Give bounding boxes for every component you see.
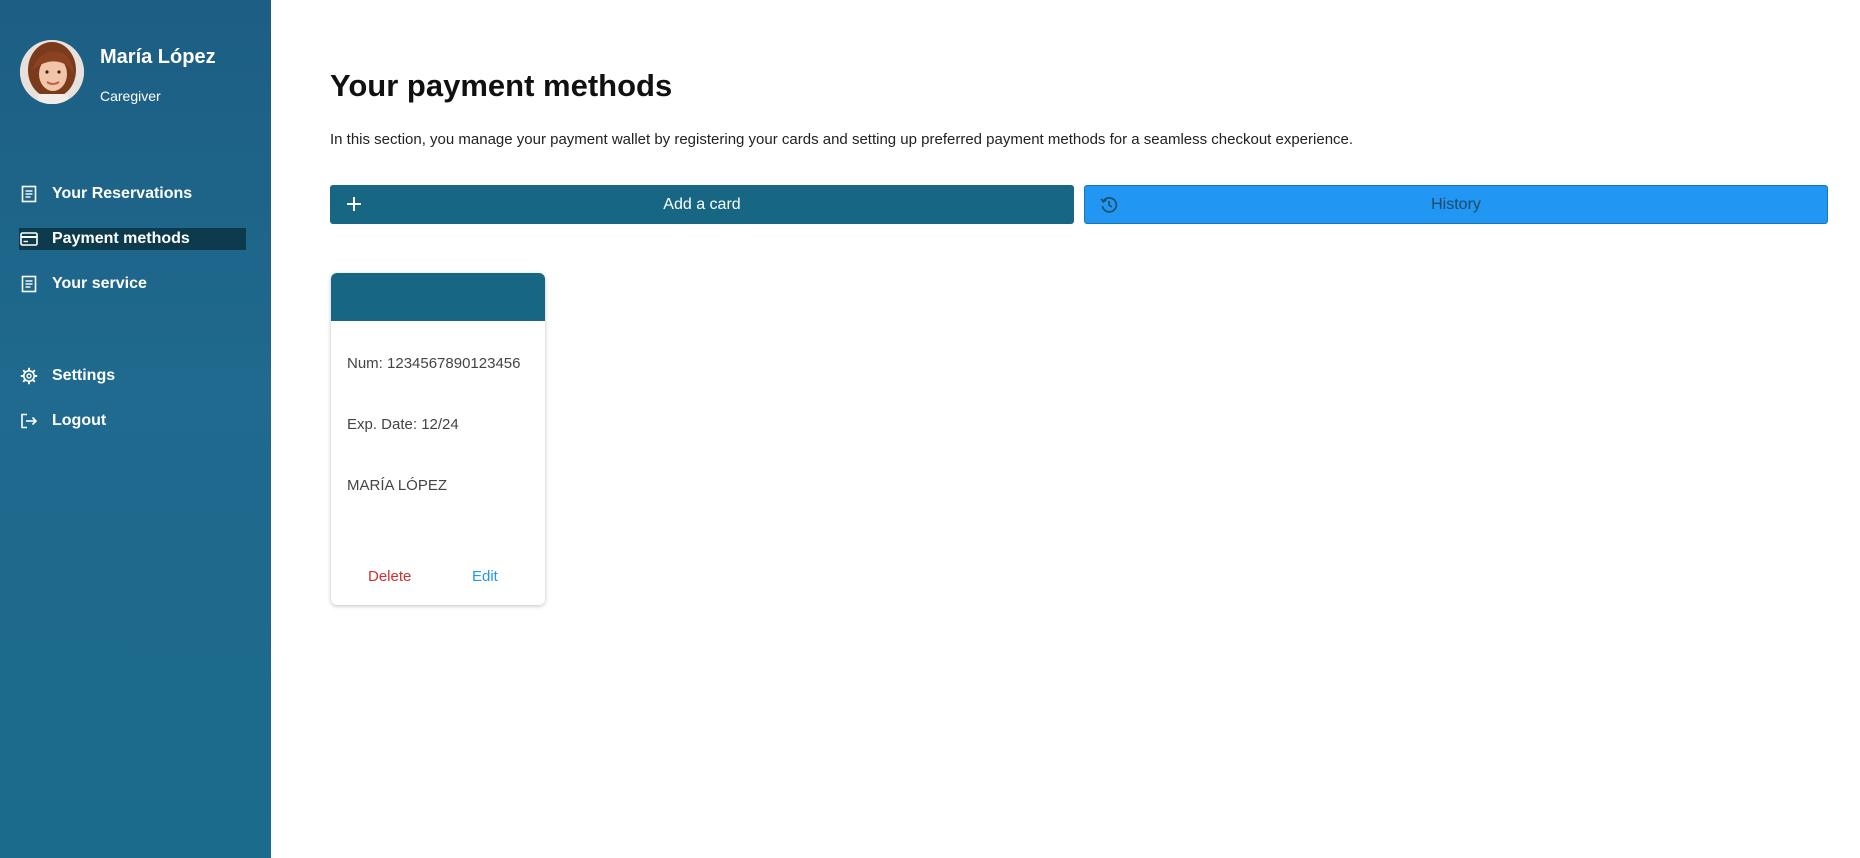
document-icon: [19, 274, 39, 294]
avatar: [20, 40, 84, 104]
card-number: Num: 1234567890123456: [347, 355, 521, 372]
document-icon: [19, 184, 39, 204]
sidebar-item-label: Your service: [52, 275, 147, 292]
user-profile: María López Caregiver: [20, 40, 216, 104]
card-holder: MARÍA LÓPEZ: [347, 477, 448, 494]
card-expiry: Exp. Date: 12/24: [347, 416, 459, 433]
sidebar-item-payment-methods[interactable]: Payment methods: [19, 228, 246, 250]
sidebar-item-label: Settings: [52, 367, 116, 384]
delete-card-button[interactable]: Delete: [368, 568, 411, 585]
sidebar-item-reservations[interactable]: Your Reservations: [19, 182, 246, 206]
history-button[interactable]: History: [1084, 185, 1828, 224]
credit-card-icon: [19, 229, 39, 249]
payment-card: Num: 1234567890123456 Exp. Date: 12/24 M…: [331, 273, 545, 605]
history-icon: [1099, 195, 1119, 215]
user-name: María López: [100, 46, 216, 68]
sidebar-item-logout[interactable]: Logout: [19, 409, 246, 433]
card-header: [331, 273, 545, 321]
edit-card-button[interactable]: Edit: [472, 568, 498, 585]
logout-icon: [19, 411, 39, 431]
user-role: Caregiver: [100, 88, 161, 104]
sidebar-item-label: Logout: [52, 412, 107, 429]
add-card-label: Add a card: [663, 195, 741, 213]
plus-icon: [344, 194, 364, 214]
page-title: Your payment methods: [330, 68, 673, 103]
history-label: History: [1431, 195, 1481, 213]
sidebar-item-label: Your Reservations: [52, 185, 193, 202]
page-description: In this section, you manage your payment…: [330, 131, 1354, 148]
gear-icon: [19, 366, 39, 386]
sidebar-item-label: Payment methods: [52, 230, 190, 247]
sidebar: María López Caregiver Your Reservations …: [0, 0, 271, 858]
add-card-button[interactable]: Add a card: [330, 185, 1074, 224]
sidebar-item-settings[interactable]: Settings: [19, 364, 246, 388]
sidebar-item-your-service[interactable]: Your service: [19, 272, 246, 296]
